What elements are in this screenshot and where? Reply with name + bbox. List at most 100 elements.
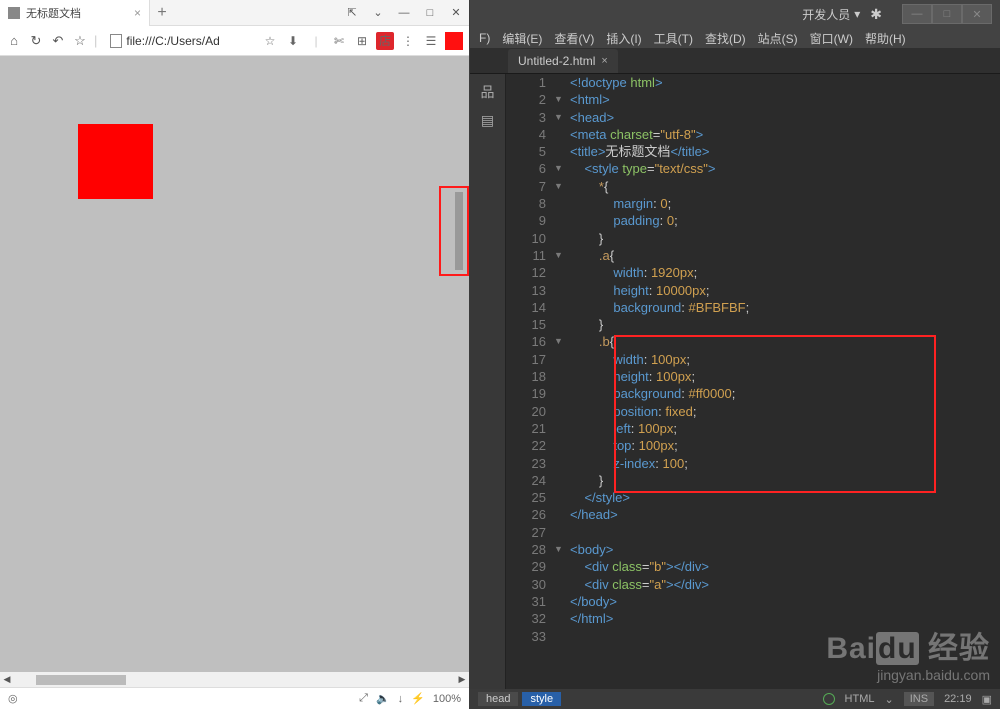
pin-icon[interactable]: ⇱ [339,2,365,24]
home-icon[interactable]: ⌂ [6,33,22,49]
fold-marker[interactable]: ▼ [554,160,568,177]
tree-icon[interactable]: 品 [481,82,495,102]
menu-item[interactable]: 插入(I) [601,30,646,47]
ext-shop-icon[interactable]: 店 [376,32,394,50]
minimize-button[interactable]: — [391,2,417,24]
fold-marker[interactable] [554,230,568,247]
fold-marker[interactable] [554,558,568,575]
code-line[interactable]: <div class="a"></div> [570,576,1000,593]
horizontal-scrollbar[interactable]: ◀ ▶ [0,672,469,687]
file-panel-icon[interactable]: ▤ [481,112,494,129]
menu-item[interactable]: 查看(V) [549,30,599,47]
download-icon[interactable]: ↓ [398,693,404,705]
fold-marker[interactable] [554,524,568,541]
fold-marker[interactable] [554,143,568,160]
code-area[interactable]: 1234567891011121314151617181920212223242… [506,74,1000,689]
maximize-button[interactable]: □ [932,4,962,24]
qr-icon[interactable]: ⊞ [353,32,371,50]
code-line[interactable]: </head> [570,506,1000,523]
code-line[interactable]: left: 100px; [570,420,1000,437]
fold-marker[interactable] [554,368,568,385]
fold-marker[interactable] [554,437,568,454]
menu-icon[interactable]: ⋮ [399,32,417,50]
menu-item[interactable]: 查找(D) [700,30,751,47]
menu-item[interactable]: 帮助(H) [860,30,911,47]
code-line[interactable]: <meta charset="utf-8"> [570,126,1000,143]
code-line[interactable]: width: 1920px; [570,264,1000,281]
browser-tab[interactable]: 无标题文档 × [0,0,150,26]
code-line[interactable]: top: 100px; [570,437,1000,454]
more-icon[interactable]: ☰ [422,32,440,50]
code-line[interactable]: background: #BFBFBF; [570,299,1000,316]
menu-item[interactable]: 编辑(E) [497,30,547,47]
fold-column[interactable]: ▼▼▼▼▼▼▼ [554,74,568,645]
fold-marker[interactable]: ▼ [554,91,568,108]
pin-icon[interactable]: ⤢ [359,692,368,705]
close-button[interactable]: ✕ [962,4,992,24]
fold-marker[interactable] [554,126,568,143]
code-line[interactable]: </style> [570,489,1000,506]
code-line[interactable]: <div class="b"></div> [570,558,1000,575]
code-line[interactable]: } [570,316,1000,333]
fold-marker[interactable] [554,628,568,645]
screen-icon[interactable]: ▣ [982,693,992,706]
chevron-down-icon[interactable]: ⌄ [885,693,894,706]
fold-marker[interactable] [554,282,568,299]
code-line[interactable]: } [570,472,1000,489]
fold-marker[interactable]: ▼ [554,247,568,264]
code-line[interactable]: </body> [570,593,1000,610]
code-line[interactable]: <!doctype html> [570,74,1000,91]
code-line[interactable] [570,524,1000,541]
fold-marker[interactable]: ▼ [554,109,568,126]
fold-marker[interactable]: ▼ [554,541,568,558]
fold-marker[interactable] [554,264,568,281]
fold-marker[interactable] [554,299,568,316]
menu-item[interactable]: F) [474,31,495,45]
audio-icon[interactable]: 🔈 [376,692,390,705]
favorite-icon[interactable]: ☆ [72,33,88,49]
code-lines[interactable]: <!doctype html><html><head><meta charset… [570,74,1000,645]
breadcrumb-head[interactable]: head [478,692,518,706]
language-label[interactable]: HTML [845,693,875,705]
fold-marker[interactable] [554,472,568,489]
fold-marker[interactable] [554,593,568,610]
fold-marker[interactable] [554,610,568,627]
fold-marker[interactable]: ▼ [554,178,568,195]
code-line[interactable]: <style type="text/css"> [570,160,1000,177]
menu-item[interactable]: 工具(T) [649,30,698,47]
menu-item[interactable]: 窗口(W) [805,30,858,47]
scroll-left-icon[interactable]: ◀ [0,674,14,685]
fold-marker[interactable] [554,385,568,402]
developer-button[interactable]: 开发人员 ▾ [802,6,860,23]
code-line[interactable]: .a{ [570,247,1000,264]
close-icon[interactable]: × [601,55,607,67]
status-msg-icon[interactable]: ◎ [8,692,18,705]
file-tab[interactable]: Untitled-2.html × [508,49,618,73]
fold-marker[interactable] [554,195,568,212]
code-line[interactable]: margin: 0; [570,195,1000,212]
reload-icon[interactable]: ↻ [28,33,44,49]
fold-marker[interactable] [554,351,568,368]
url-bar[interactable]: file:///C:/Users/Ad [103,30,255,52]
code-line[interactable]: padding: 0; [570,212,1000,229]
code-line[interactable]: <body> [570,541,1000,558]
code-line[interactable]: <title>无标题文档</title> [570,143,1000,160]
scroll-right-icon[interactable]: ▶ [455,674,469,685]
fold-marker[interactable] [554,576,568,593]
dropdown-icon[interactable]: ⌄ [365,2,391,24]
scroll-thumb[interactable] [36,675,126,685]
close-button[interactable]: ✕ [443,2,469,24]
code-line[interactable]: z-index: 100; [570,455,1000,472]
code-line[interactable]: } [570,230,1000,247]
fold-marker[interactable] [554,403,568,420]
menu-item[interactable]: 站点(S) [753,30,803,47]
code-line[interactable]: .b{ [570,333,1000,350]
code-line[interactable]: position: fixed; [570,403,1000,420]
code-line[interactable]: background: #ff0000; [570,385,1000,402]
star-icon[interactable]: ☆ [261,32,279,50]
code-line[interactable]: width: 100px; [570,351,1000,368]
maximize-button[interactable]: □ [417,2,443,24]
fold-marker[interactable] [554,212,568,229]
fold-marker[interactable] [554,74,568,91]
code-line[interactable]: height: 10000px; [570,282,1000,299]
